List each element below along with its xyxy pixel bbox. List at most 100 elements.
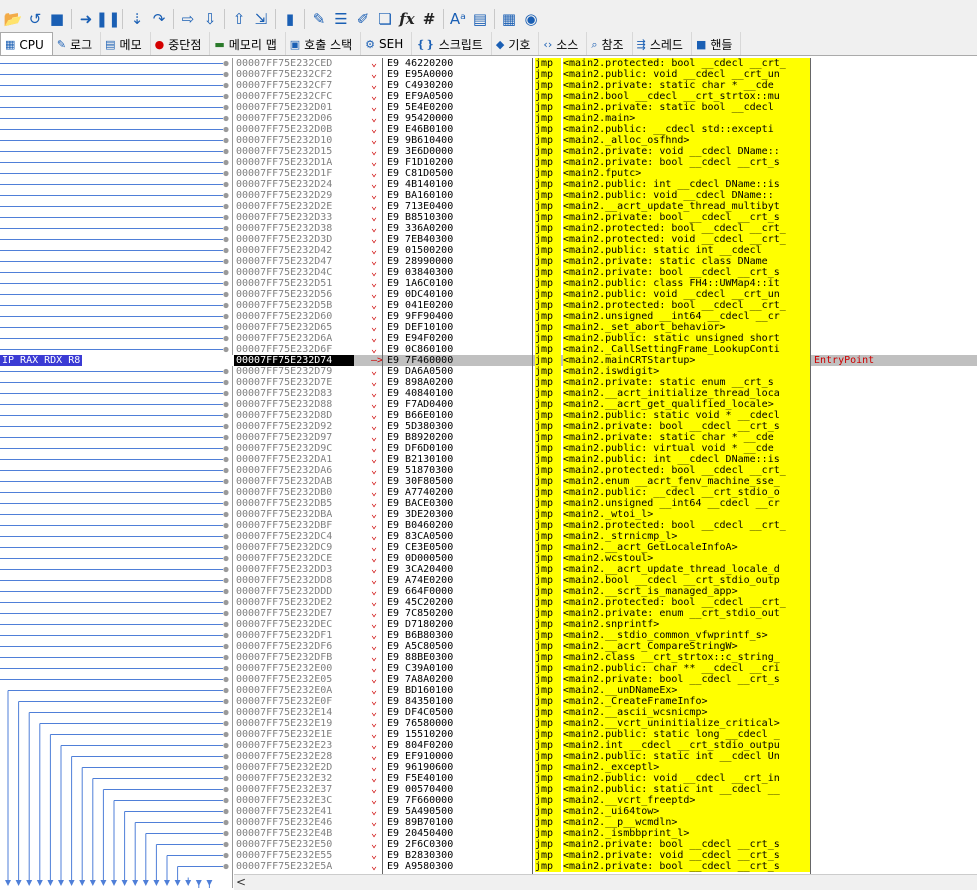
instruction-row[interactable]: 00007FF75E232D56 ⌄ E9 0DC40100 jmp <main2.pu… <box>234 289 977 300</box>
instruction-row[interactable]: 00007FF75E232D92 ⌄ E9 5D380300 jmp <main2.pr… <box>234 421 977 432</box>
tab-symbols[interactable]: ◆ 기호 <box>492 32 540 55</box>
instruction-row[interactable]: 00007FF75E232DBA ⌄ E9 3DE20300 jmp <main2._w… <box>234 509 977 520</box>
instruction-row[interactable]: 00007FF75E232D1F ⌄ E9 C81D0500 jmp <main2.fp… <box>234 168 977 179</box>
instruction-row[interactable]: 00007FF75E232D24 ⌄ E9 4B140100 jmp <main2.pu… <box>234 179 977 190</box>
instruction-row[interactable]: 00007FF75E232D5B ⌄ E9 041E0200 jmp <main2.pr… <box>234 300 977 311</box>
instruction-row[interactable]: 00007FF75E232E46 ⌄ E9 89B70100 jmp <main2.__… <box>234 817 977 828</box>
instruction-row[interactable]: 00007FF75E232D79 ⌄ E9 DA6A0500 jmp <main2.is… <box>234 366 977 377</box>
instruction-row[interactable]: 00007FF75E232D65 ⌄ E9 DEF10100 jmp <main2._s… <box>234 322 977 333</box>
selected-instruction-row[interactable]: 00007FF75E232D74 —> E9 7F460000 jmp <main2.m… <box>234 355 977 366</box>
tab-cpu[interactable]: ▦ CPU <box>0 32 53 55</box>
instruction-row[interactable]: 00007FF75E232E3C ⌄ E9 7F660000 jmp <main2.__… <box>234 795 977 806</box>
instruction-row[interactable]: 00007FF75E232E28 ⌄ E9 EF910000 jmp <main2.pu… <box>234 751 977 762</box>
instruction-row[interactable]: 00007FF75E232DF6 ⌄ E9 A5C80500 jmp <main2.__… <box>234 641 977 652</box>
tab-script[interactable]: ❴❵ 스크립트 <box>412 32 492 55</box>
instruction-row[interactable]: 00007FF75E232D0B ⌄ E9 E46B0100 jmp <main2.pu… <box>234 124 977 135</box>
instruction-row[interactable]: 00007FF75E232E41 ⌄ E9 5A490500 jmp <main2._u… <box>234 806 977 817</box>
trace-over-icon[interactable]: ⇩ <box>199 8 221 30</box>
instruction-row[interactable]: 00007FF75E232D4C ⌄ E9 03840300 jmp <main2.pr… <box>234 267 977 278</box>
variables-icon[interactable]: # <box>418 8 440 30</box>
trace-into-icon[interactable]: ⇨ <box>177 8 199 30</box>
tab-memory-map[interactable]: ▬ 메모리 맵 <box>210 32 286 55</box>
instruction-row[interactable]: 00007FF75E232E5A ⌄ E9 A9580300 jmp <main2.pr… <box>234 861 977 872</box>
instruction-row[interactable]: 00007FF75E232D1A ⌄ E9 F1D10200 jmp <main2.pr… <box>234 157 977 168</box>
instruction-row[interactable]: 00007FF75E232DA6 ⌄ E9 51870300 jmp <main2.pr… <box>234 465 977 476</box>
tab-handles[interactable]: ■ 핸들 <box>692 32 742 55</box>
tab-call-stack[interactable]: ▣ 호출 스택 <box>286 32 362 55</box>
instruction-row[interactable]: 00007FF75E232CED ⌄ E9 46220200 jmp <main2.pr… <box>234 58 977 69</box>
instruction-row[interactable]: 00007FF75E232DFB ⌄ E9 88BE0300 jmp <main2.cl… <box>234 652 977 663</box>
open-icon[interactable]: 📂 <box>2 8 24 30</box>
scroll-left-arrow-icon[interactable]: < <box>236 875 250 890</box>
tab-breakpoints[interactable]: ● 중단점 <box>151 32 211 55</box>
instruction-row[interactable]: 00007FF75E232DD3 ⌄ E9 3CA20400 jmp <main2.__… <box>234 564 977 575</box>
instruction-row[interactable]: 00007FF75E232E00 ⌄ E9 C39A0100 jmp <main2.pu… <box>234 663 977 674</box>
instruction-row[interactable]: 00007FF75E232DD8 ⌄ E9 A74E0200 jmp <main2.bo… <box>234 575 977 586</box>
instruction-row[interactable]: 00007FF75E232DB5 ⌄ E9 BACE0300 jmp <main2.un… <box>234 498 977 509</box>
instruction-row[interactable]: 00007FF75E232CF7 ⌄ E9 C4930200 jmp <main2.pr… <box>234 80 977 91</box>
comments-icon[interactable]: ☰ <box>330 8 352 30</box>
instruction-row[interactable]: 00007FF75E232E0F ⌄ E9 84350100 jmp <main2._C… <box>234 696 977 707</box>
instruction-row[interactable]: 00007FF75E232D01 ⌄ E9 5E4E0200 jmp <main2.pr… <box>234 102 977 113</box>
instruction-row[interactable]: 00007FF75E232D6F ⌄ E9 0C860100 jmp <main2._C… <box>234 344 977 355</box>
instruction-row[interactable]: 00007FF75E232D9C ⌄ E9 DF6D0100 jmp <main2.pu… <box>234 443 977 454</box>
instruction-row[interactable]: 00007FF75E232DAB ⌄ E9 30F80500 jmp <main2.en… <box>234 476 977 487</box>
instruction-row[interactable]: 00007FF75E232DE7 ⌄ E9 7C850200 jmp <main2.pr… <box>234 608 977 619</box>
run-to-user-code-icon[interactable]: ⇲ <box>250 8 272 30</box>
execute-till-return-icon[interactable]: ⇧ <box>228 8 250 30</box>
restart-icon[interactable]: ↺ <box>24 8 46 30</box>
instruction-row[interactable]: 00007FF75E232DF1 ⌄ E9 B6B80300 jmp <main2.__… <box>234 630 977 641</box>
tab-source[interactable]: ‹› 소스 <box>539 32 588 55</box>
calculator-icon[interactable]: ▦ <box>498 8 520 30</box>
instruction-row[interactable]: 00007FF75E232CFC ⌄ E9 EF9A0500 jmp <main2.bo… <box>234 91 977 102</box>
instruction-row[interactable]: 00007FF75E232E19 ⌄ E9 76580000 jmp <main2.__… <box>234 718 977 729</box>
tab-notes[interactable]: ▤ 메모 <box>101 32 151 55</box>
instruction-row[interactable]: 00007FF75E232DC4 ⌄ E9 83CA0500 jmp <main2._s… <box>234 531 977 542</box>
instruction-row[interactable]: 00007FF75E232DA1 ⌄ E9 B2130100 jmp <main2.pu… <box>234 454 977 465</box>
instruction-row[interactable]: 00007FF75E232D60 ⌄ E9 9FF90400 jmp <main2.un… <box>234 311 977 322</box>
instruction-row[interactable]: 00007FF75E232E55 ⌄ E9 B2830300 jmp <main2.pr… <box>234 850 977 861</box>
instruction-row[interactable]: 00007FF75E232E23 ⌄ E9 804F0200 jmp <main2.in… <box>234 740 977 751</box>
instruction-row[interactable]: 00007FF75E232E32 ⌄ E9 F5E40100 jmp <main2.pu… <box>234 773 977 784</box>
instruction-row[interactable]: 00007FF75E232DB0 ⌄ E9 A7740200 jmp <main2.pu… <box>234 487 977 498</box>
instruction-row[interactable]: 00007FF75E232E50 ⌄ E9 2F6C0300 jmp <main2.pr… <box>234 839 977 850</box>
step-over-icon[interactable]: ↷ <box>148 8 170 30</box>
pause-icon[interactable]: ❚❚ <box>95 8 120 30</box>
instruction-row[interactable]: 00007FF75E232D47 ⌄ E9 28990000 jmp <main2.pr… <box>234 256 977 267</box>
instruction-row[interactable]: 00007FF75E232E0A ⌄ E9 BD160100 jmp <main2.__… <box>234 685 977 696</box>
instruction-row[interactable]: 00007FF75E232D83 ⌄ E9 40840100 jmp <main2.__… <box>234 388 977 399</box>
instruction-row[interactable]: 00007FF75E232D10 ⌄ E9 9B610400 jmp <main2._a… <box>234 135 977 146</box>
instruction-row[interactable]: 00007FF75E232D51 ⌄ E9 1A6C0100 jmp <main2.pu… <box>234 278 977 289</box>
instruction-row[interactable]: 00007FF75E232DC9 ⌄ E9 CE3E0500 jmp <main2.__… <box>234 542 977 553</box>
instruction-row[interactable]: 00007FF75E232DBF ⌄ E9 B0460200 jmp <main2.pr… <box>234 520 977 531</box>
instruction-row[interactable]: 00007FF75E232D15 ⌄ E9 3E6D0000 jmp <main2.pr… <box>234 146 977 157</box>
run-icon[interactable]: ➜ <box>75 8 97 30</box>
functions-icon[interactable]: fx <box>396 8 418 30</box>
instruction-row[interactable]: 00007FF75E232E1E ⌄ E9 15510200 jmp <main2.pu… <box>234 729 977 740</box>
stop-icon[interactable]: ■ <box>46 8 68 30</box>
document-icon[interactable]: ▤ <box>469 8 491 30</box>
instruction-row[interactable]: 00007FF75E232D8D ⌄ E9 B66E0100 jmp <main2.pu… <box>234 410 977 421</box>
font-icon[interactable]: Aᵃ <box>447 8 469 30</box>
instruction-row[interactable]: 00007FF75E232E05 ⌄ E9 7A8A0200 jmp <main2.pr… <box>234 674 977 685</box>
labels-icon[interactable]: ✐ <box>352 8 374 30</box>
scylla-icon[interactable]: ▮ <box>279 8 301 30</box>
instruction-row[interactable]: 00007FF75E232E37 ⌄ E9 00570400 jmp <main2.pu… <box>234 784 977 795</box>
tab-threads[interactable]: ⇶ 스레드 <box>633 32 692 55</box>
instruction-row[interactable]: 00007FF75E232D6A ⌄ E9 E94F0200 jmp <main2.pu… <box>234 333 977 344</box>
globe-icon[interactable]: ◉ <box>520 8 542 30</box>
instruction-row[interactable]: 00007FF75E232CF2 ⌄ E9 E95A0000 jmp <main2.pu… <box>234 69 977 80</box>
instruction-row[interactable]: 00007FF75E232E4B ⌄ E9 20450400 jmp <main2._i… <box>234 828 977 839</box>
instruction-row[interactable]: 00007FF75E232D29 ⌄ E9 BA160100 jmp <main2.pu… <box>234 190 977 201</box>
horizontal-scrollbar[interactable]: < <box>234 874 977 890</box>
instruction-row[interactable]: 00007FF75E232D3D ⌄ E9 7EB40300 jmp <main2.pr… <box>234 234 977 245</box>
instruction-row[interactable]: 00007FF75E232D97 ⌄ E9 B8920200 jmp <main2.pr… <box>234 432 977 443</box>
instruction-row[interactable]: 00007FF75E232D38 ⌄ E9 336A0200 jmp <main2.pr… <box>234 223 977 234</box>
instruction-row[interactable]: 00007FF75E232DE2 ⌄ E9 45C20200 jmp <main2.pr… <box>234 597 977 608</box>
instruction-row[interactable]: 00007FF75E232D06 ⌄ E9 95420000 jmp <main2.ma… <box>234 113 977 124</box>
instruction-row[interactable]: 00007FF75E232DDD ⌄ E9 664F0000 jmp <main2.__… <box>234 586 977 597</box>
instruction-row[interactable]: 00007FF75E232D7E ⌄ E9 898A0200 jmp <main2.pr… <box>234 377 977 388</box>
step-into-icon[interactable]: ⇣ <box>126 8 148 30</box>
instruction-row[interactable]: 00007FF75E232E14 ⌄ E9 DF4C0500 jmp <main2.__… <box>234 707 977 718</box>
instruction-row[interactable]: 00007FF75E232DCE ⌄ E9 0D000500 jmp <main2.wc… <box>234 553 977 564</box>
